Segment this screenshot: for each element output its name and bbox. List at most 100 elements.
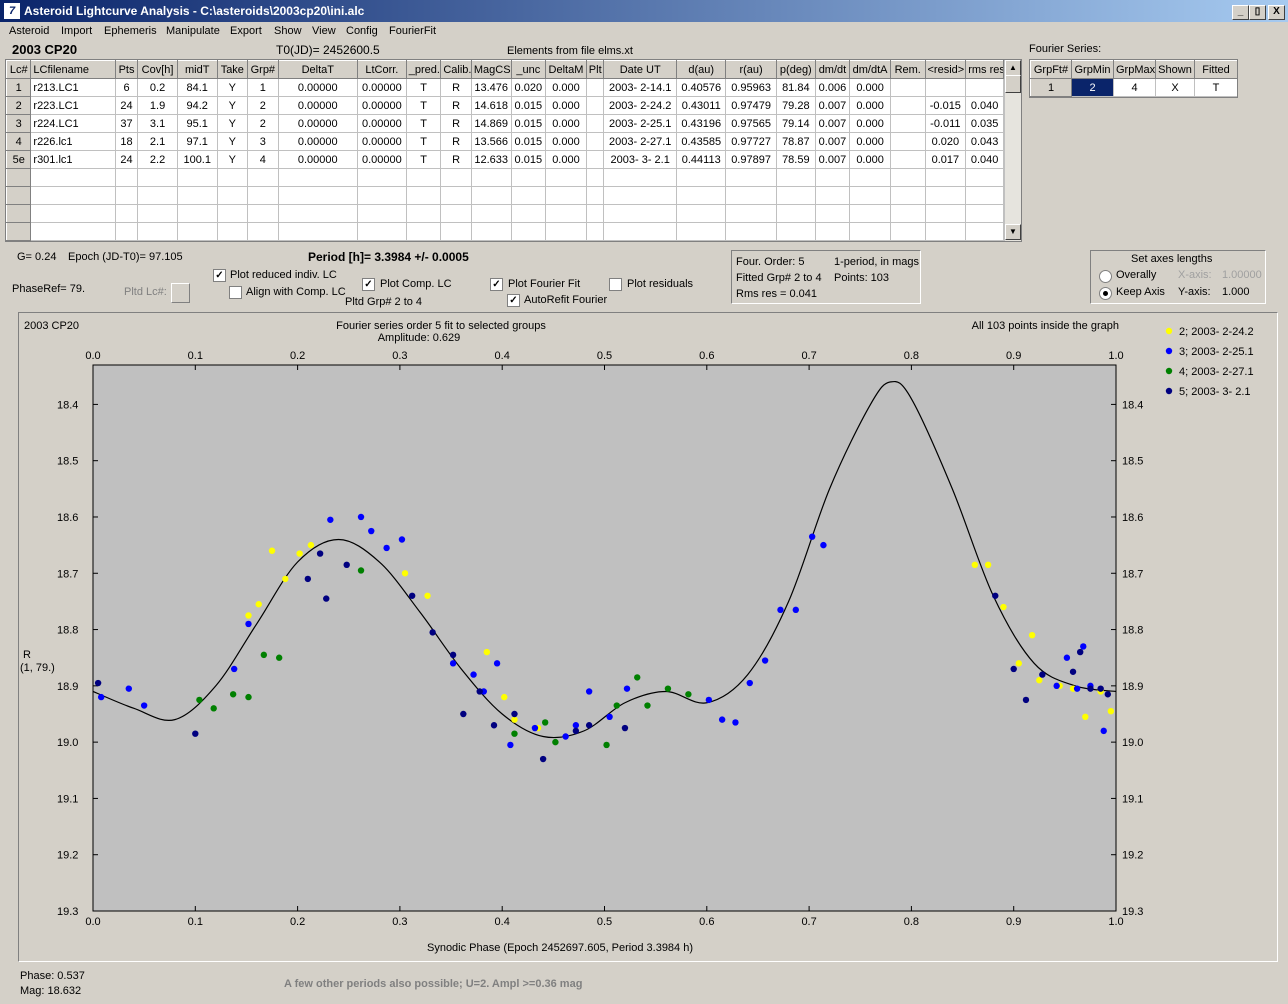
- table-cell[interactable]: [776, 222, 816, 241]
- table-cell[interactable]: [278, 186, 358, 205]
- table-cell[interactable]: 0.44113: [676, 150, 727, 169]
- empty-table-row[interactable]: [6, 186, 1004, 205]
- column-header[interactable]: dm/dt: [814, 60, 851, 79]
- table-cell[interactable]: 0.000: [849, 96, 891, 115]
- empty-table-row[interactable]: [6, 168, 1004, 187]
- table-cell[interactable]: [177, 204, 218, 223]
- table-cell[interactable]: [511, 204, 547, 223]
- menu-fourierfit[interactable]: FourierFit: [389, 25, 436, 37]
- table-cell[interactable]: 0.007: [815, 132, 851, 151]
- table-cell[interactable]: 97.1: [177, 132, 218, 151]
- table-cell[interactable]: Y: [217, 96, 249, 115]
- table-cell[interactable]: 0.035: [965, 114, 1004, 133]
- column-header[interactable]: GrpMax: [1113, 60, 1156, 79]
- table-cell[interactable]: Y: [217, 132, 249, 151]
- table-cell[interactable]: [440, 186, 472, 205]
- scroll-up-icon[interactable]: ▲: [1005, 60, 1021, 76]
- table-cell[interactable]: 2003- 2-14.1: [603, 78, 678, 97]
- fourier-series-table[interactable]: GrpFt# GrpMin GrpMax Shown Fitted 1 2 4 X T: [1029, 59, 1238, 98]
- table-cell[interactable]: 0.015: [511, 150, 547, 169]
- table-cell[interactable]: 12.633: [471, 150, 512, 169]
- table-cell[interactable]: [776, 168, 816, 187]
- table-cell[interactable]: [586, 78, 605, 97]
- table-cell[interactable]: R: [440, 114, 472, 133]
- table-cell[interactable]: 84.1: [177, 78, 218, 97]
- table-cell[interactable]: 0.006: [815, 78, 851, 97]
- table-cell[interactable]: [849, 186, 891, 205]
- column-header[interactable]: midT: [176, 60, 218, 79]
- table-cell[interactable]: 78.59: [776, 150, 816, 169]
- plot-reduced-checkbox[interactable]: ✓: [213, 269, 226, 282]
- table-cell[interactable]: [925, 204, 967, 223]
- table-cell[interactable]: 3.1: [137, 114, 178, 133]
- table-cell[interactable]: r301.lc1: [30, 150, 116, 169]
- column-header[interactable]: <resid>: [924, 60, 967, 79]
- column-header[interactable]: r(au): [725, 60, 777, 79]
- table-row[interactable]: 2 r223.LC1 24 1.9 94.2 Y 2 0.00000 0.00000 T R 14.6…: [6, 96, 1004, 115]
- table-cell[interactable]: 0.43585: [676, 132, 727, 151]
- table-cell[interactable]: [965, 222, 1004, 241]
- table-cell[interactable]: [586, 186, 605, 205]
- table-cell[interactable]: [603, 204, 678, 223]
- overall-radio[interactable]: [1099, 270, 1112, 283]
- table-scrollbar[interactable]: ▲ ▼: [1004, 60, 1021, 241]
- table-cell[interactable]: [115, 186, 139, 205]
- table-cell[interactable]: [890, 186, 926, 205]
- table-cell[interactable]: 0.00000: [278, 150, 358, 169]
- column-header[interactable]: Rem.: [889, 60, 926, 79]
- table-cell[interactable]: [586, 150, 605, 169]
- table-cell[interactable]: 2003- 3- 2.1: [603, 150, 678, 169]
- table-cell[interactable]: 4: [1113, 78, 1156, 97]
- table-cell[interactable]: 0.00000: [278, 114, 358, 133]
- table-cell[interactable]: [545, 222, 587, 241]
- table-cell[interactable]: 0.00000: [357, 114, 407, 133]
- table-cell[interactable]: [217, 222, 249, 241]
- table-cell[interactable]: 0.00000: [278, 132, 358, 151]
- column-header[interactable]: Cov[h]: [137, 60, 178, 79]
- table-cell[interactable]: [925, 78, 967, 97]
- table-cell[interactable]: 2: [1071, 78, 1114, 97]
- table-cell[interactable]: [545, 168, 587, 187]
- table-cell[interactable]: 3: [247, 132, 279, 151]
- table-cell[interactable]: T: [1194, 78, 1237, 97]
- table-cell[interactable]: [586, 114, 605, 133]
- table-cell[interactable]: 0.040: [965, 150, 1004, 169]
- close-icon[interactable]: X: [1268, 5, 1285, 20]
- table-cell[interactable]: 0.015: [511, 132, 547, 151]
- table-cell[interactable]: [511, 168, 547, 187]
- menu-asteroid[interactable]: Asteroid: [9, 25, 49, 37]
- autorefit-checkbox[interactable]: ✓: [507, 294, 520, 307]
- table-cell[interactable]: [725, 222, 777, 241]
- plot-comp-checkbox[interactable]: ✓: [362, 278, 375, 291]
- table-cell[interactable]: 0.040: [965, 96, 1004, 115]
- table-cell[interactable]: [177, 222, 218, 241]
- table-cell[interactable]: -0.015: [925, 96, 967, 115]
- column-header[interactable]: Fitted: [1194, 60, 1237, 79]
- menu-show[interactable]: Show: [274, 25, 302, 37]
- table-cell[interactable]: [278, 168, 358, 187]
- table-cell[interactable]: 2003- 2-24.2: [603, 96, 678, 115]
- table-cell[interactable]: [357, 204, 407, 223]
- table-cell[interactable]: [406, 186, 442, 205]
- table-cell[interactable]: [676, 222, 727, 241]
- table-cell[interactable]: [586, 222, 605, 241]
- table-cell[interactable]: 0.000: [849, 150, 891, 169]
- table-cell[interactable]: [471, 168, 512, 187]
- table-cell[interactable]: 78.87: [776, 132, 816, 151]
- fourier-row[interactable]: 124XT: [1030, 78, 1237, 97]
- column-header[interactable]: GrpFt#: [1030, 60, 1072, 79]
- table-cell[interactable]: [925, 186, 967, 205]
- table-cell[interactable]: [815, 204, 851, 223]
- table-cell[interactable]: [177, 168, 218, 187]
- table-cell[interactable]: [137, 204, 178, 223]
- table-cell[interactable]: 0.000: [545, 78, 587, 97]
- table-cell[interactable]: 37: [115, 114, 139, 133]
- row-header[interactable]: [6, 204, 32, 223]
- table-cell[interactable]: [217, 168, 249, 187]
- table-cell[interactable]: 100.1: [177, 150, 218, 169]
- table-cell[interactable]: Y: [217, 150, 249, 169]
- table-cell[interactable]: 0.020: [511, 78, 547, 97]
- table-cell[interactable]: 94.2: [177, 96, 218, 115]
- table-cell[interactable]: 14.618: [471, 96, 512, 115]
- table-cell[interactable]: 81.84: [776, 78, 816, 97]
